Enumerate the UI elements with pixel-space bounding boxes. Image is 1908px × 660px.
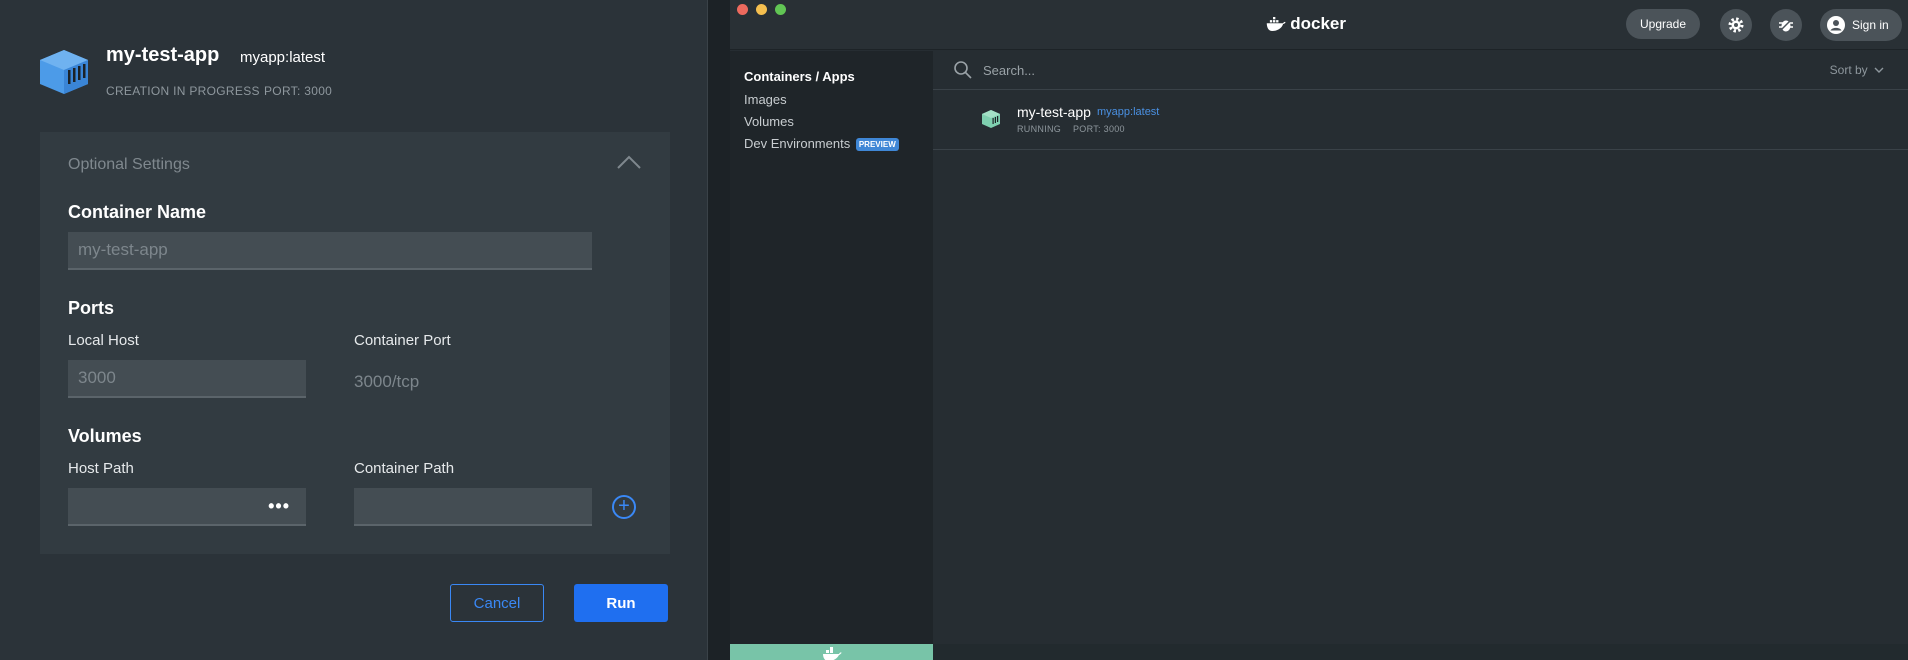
browse-host-path-button[interactable]: •••	[268, 496, 290, 517]
sidebar-item-volumes[interactable]: Volumes	[744, 114, 794, 129]
container-status: RUNNING	[1017, 124, 1062, 134]
ports-title: Ports	[68, 298, 115, 318]
gear-icon	[1728, 17, 1744, 33]
sidebar-item-label: Dev Environments	[744, 136, 851, 151]
host-path-label: Host Path	[68, 460, 134, 477]
docker-logo: docker	[1266, 12, 1346, 36]
optional-settings-panel: Optional Settings Container Name Ports L…	[40, 132, 670, 554]
app-image-tag: myapp:latest	[240, 49, 326, 66]
container-row[interactable]: my-test-app myapp:latest RUNNING PORT: 3…	[933, 91, 1908, 150]
host-path-field: •••	[68, 488, 306, 526]
run-container-dialog: my-test-app myapp:latest CREATION IN PRO…	[0, 0, 708, 660]
port-meta: PORT: 3000	[264, 84, 333, 98]
search-input[interactable]	[983, 59, 1583, 81]
volumes-title: Volumes	[68, 426, 142, 446]
upgrade-button[interactable]: Upgrade	[1626, 9, 1700, 39]
sidebar-item-images[interactable]: Images	[744, 92, 787, 107]
container-name-input[interactable]	[68, 232, 592, 270]
chevron-down-icon	[1874, 67, 1884, 73]
sidebar-item-dev-environments[interactable]: Dev Environments PREVIEW	[744, 136, 899, 152]
container-cube-icon	[40, 50, 88, 94]
close-window-button[interactable]	[737, 4, 748, 15]
footer-strip	[933, 644, 1908, 660]
run-button[interactable]: Run	[574, 584, 668, 622]
chevron-up-icon[interactable]	[616, 154, 642, 170]
container-path-label: Container Path	[354, 460, 455, 477]
minimize-window-button[interactable]	[756, 4, 767, 15]
user-avatar-icon	[1827, 16, 1845, 34]
docker-whale-icon	[823, 647, 842, 660]
docker-logo-text: docker	[1290, 14, 1346, 33]
app-name: my-test-app	[106, 44, 220, 66]
search-icon	[954, 61, 972, 79]
container-name-title: Container Name	[68, 202, 207, 222]
sidebar: Containers / Apps Images Volumes Dev Env…	[730, 51, 933, 660]
titlebar: docker Upgrade Sign in	[730, 0, 1908, 50]
engine-status-bar[interactable]	[730, 644, 933, 660]
settings-button[interactable]	[1720, 9, 1752, 41]
container-port: PORT: 3000	[1073, 124, 1125, 134]
window-gap	[709, 0, 730, 660]
zoom-window-button[interactable]	[775, 4, 786, 15]
sidebar-item-containers-apps[interactable]: Containers / Apps	[744, 69, 855, 84]
container-path-input[interactable]	[354, 488, 592, 526]
sort-by-label: Sort by	[1829, 63, 1868, 77]
container-port-value: 3000/tcp	[354, 372, 420, 391]
container-name[interactable]: my-test-app	[1017, 104, 1091, 120]
troubleshoot-button[interactable]	[1770, 9, 1802, 41]
sort-by-dropdown[interactable]: Sort by	[1830, 63, 1884, 77]
creation-status: CREATION IN PROGRESS	[106, 84, 260, 98]
optional-settings-title: Optional Settings	[68, 156, 190, 173]
sign-in-label: Sign in	[1852, 18, 1889, 32]
search-bar: Sort by	[933, 51, 1908, 90]
preview-badge: PREVIEW	[855, 138, 899, 152]
cancel-button[interactable]: Cancel	[450, 584, 544, 622]
docker-desktop-window: docker Upgrade Sign in Containers / Apps…	[730, 0, 1908, 660]
add-volume-button[interactable]: +	[612, 495, 636, 519]
local-host-label: Local Host	[68, 332, 139, 349]
container-port-label: Container Port	[354, 332, 451, 349]
docker-whale-icon	[1266, 16, 1286, 32]
containers-main: Sort by my-test-app myapp:latest RUNNING…	[933, 51, 1908, 644]
container-image-link[interactable]: myapp:latest	[1097, 106, 1159, 118]
local-host-input[interactable]	[68, 360, 306, 398]
bug-icon	[1779, 18, 1793, 32]
sign-in-button[interactable]: Sign in	[1820, 9, 1902, 41]
container-cube-icon	[982, 110, 1000, 128]
